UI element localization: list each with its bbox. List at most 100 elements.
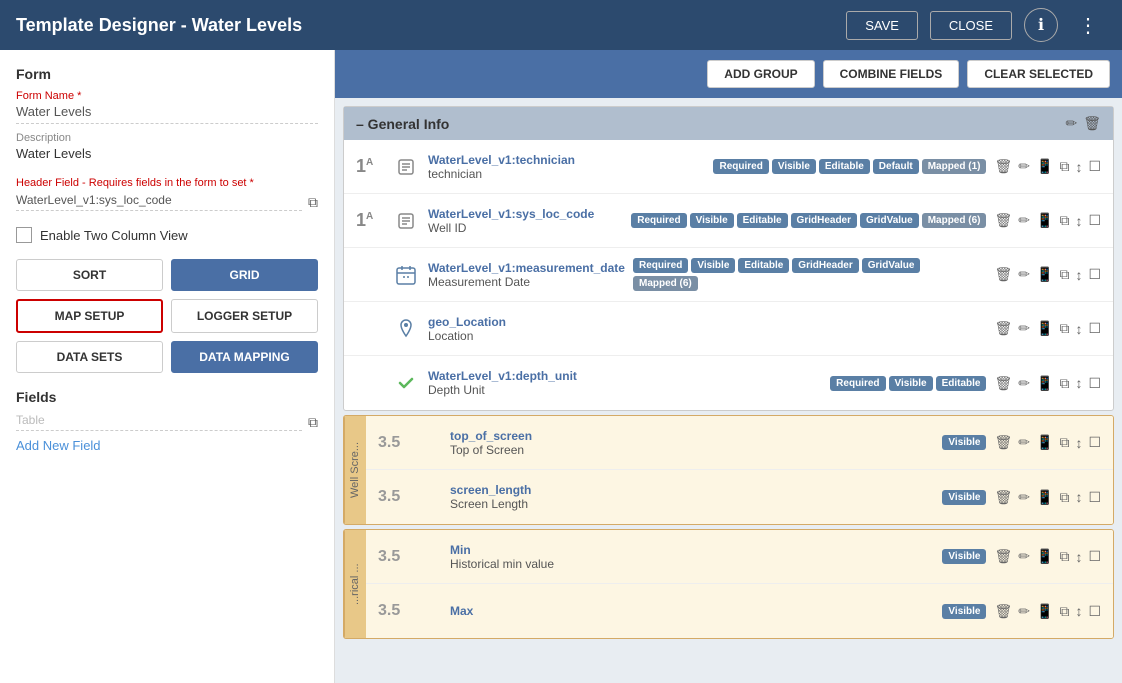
add-group-button[interactable]: ADD GROUP (707, 60, 814, 88)
delete-group-icon[interactable]: 🗑 (1083, 115, 1101, 132)
add-new-field-link[interactable]: Add New Field (16, 438, 101, 453)
right-toolbar: ADD GROUP COMBINE FIELDS CLEAR SELECTED (335, 50, 1122, 98)
edit-field-icon[interactable]: ✏ (1018, 603, 1030, 620)
checkbox-icon[interactable]: ☐ (1088, 548, 1101, 565)
delete-field-icon[interactable]: 🗑 (994, 158, 1012, 175)
copy-field-icon[interactable]: ⧉ (1059, 489, 1069, 506)
two-column-row: Enable Two Column View (16, 227, 318, 243)
move-icon[interactable]: ↕ (1075, 603, 1082, 619)
copy-field-icon[interactable]: ⧉ (1059, 603, 1069, 620)
tag-visible: Visible (772, 159, 816, 174)
historical-label[interactable]: ...rical ... (344, 530, 366, 638)
edit-field-icon[interactable]: ✏ (1018, 266, 1030, 283)
delete-field-icon[interactable]: 🗑 (994, 375, 1012, 392)
tag-required: Required (631, 213, 686, 228)
table-copy-icon[interactable]: ⧉ (308, 414, 318, 431)
copy-icon[interactable]: ⧉ (308, 194, 318, 211)
copy-field-icon[interactable]: ⧉ (1059, 320, 1069, 337)
tag-editable: Editable (738, 258, 789, 273)
mobile-icon[interactable]: 📱 (1036, 434, 1053, 451)
move-icon[interactable]: ↕ (1075, 549, 1082, 565)
action-buttons: SORT GRID MAP SETUP LOGGER SETUP (16, 259, 318, 333)
move-icon[interactable]: ↕ (1075, 435, 1082, 451)
max-info: Max (450, 604, 934, 618)
checkbox-icon[interactable]: ☐ (1088, 375, 1101, 392)
move-icon[interactable]: ↕ (1075, 321, 1082, 337)
screen-length-field-label: Screen Length (450, 497, 934, 511)
copy-field-icon[interactable]: ⧉ (1059, 434, 1069, 451)
menu-button[interactable]: ⋮ (1070, 9, 1106, 42)
table-input[interactable]: Table (16, 413, 302, 431)
copy-field-icon[interactable]: ⧉ (1059, 212, 1069, 229)
data-mapping-button[interactable]: DATA MAPPING (171, 341, 318, 373)
checkbox-icon[interactable]: ☐ (1088, 158, 1101, 175)
checkbox-icon[interactable]: ☐ (1088, 489, 1101, 506)
sort-button[interactable]: SORT (16, 259, 163, 291)
edit-field-icon[interactable]: ✏ (1018, 375, 1030, 392)
measurement-date-field-name: WaterLevel_v1:measurement_date (428, 261, 625, 275)
edit-field-icon[interactable]: ✏ (1018, 320, 1030, 337)
checkbox-icon[interactable]: ☐ (1088, 320, 1101, 337)
measurement-date-info: WaterLevel_v1:measurement_date Measureme… (428, 261, 625, 289)
checkbox-icon[interactable]: ☐ (1088, 434, 1101, 451)
close-button[interactable]: CLOSE (930, 11, 1012, 40)
two-column-checkbox[interactable] (16, 227, 32, 243)
map-setup-button[interactable]: MAP SETUP (16, 299, 163, 333)
copy-field-icon[interactable]: ⧉ (1059, 158, 1069, 175)
copy-field-icon[interactable]: ⧉ (1059, 375, 1069, 392)
delete-field-icon[interactable]: 🗑 (994, 212, 1012, 229)
mobile-icon[interactable]: 📱 (1036, 266, 1053, 283)
delete-field-icon[interactable]: 🗑 (994, 548, 1012, 565)
field-row-top-of-screen: 3.5 top_of_screen Top of Screen Visible … (366, 416, 1113, 470)
copy-field-icon[interactable]: ⧉ (1059, 548, 1069, 565)
grid-button[interactable]: GRID (171, 259, 318, 291)
checkbox-icon[interactable]: ☐ (1088, 603, 1101, 620)
mobile-icon[interactable]: 📱 (1036, 603, 1053, 620)
move-icon[interactable]: ↕ (1075, 159, 1082, 175)
menu-icon: ⋮ (1078, 15, 1098, 37)
top-screen-icon (414, 429, 442, 457)
data-sets-button[interactable]: DATA SETS (16, 341, 163, 373)
tag-visible: Visible (889, 376, 933, 391)
delete-field-icon[interactable]: 🗑 (994, 320, 1012, 337)
mobile-icon[interactable]: 📱 (1036, 212, 1053, 229)
edit-field-icon[interactable]: ✏ (1018, 548, 1030, 565)
sys-loc-code-field-name: WaterLevel_v1:sys_loc_code (428, 207, 623, 221)
description-label: Description (16, 132, 318, 144)
field-row-sys-loc-code: 1A WaterLevel_v1:sys_loc_code Well ID Re… (344, 194, 1113, 248)
mobile-icon[interactable]: 📱 (1036, 489, 1053, 506)
save-button[interactable]: SAVE (846, 11, 918, 40)
move-icon[interactable]: ↕ (1075, 267, 1082, 283)
mobile-icon[interactable]: 📱 (1036, 158, 1053, 175)
general-info-group: – General Info ✏ 🗑 1A WaterLevel_v1:tech… (343, 106, 1114, 411)
group-header-general-info: – General Info ✏ 🗑 (344, 107, 1113, 140)
well-screen-label[interactable]: Well Scre... (344, 416, 366, 524)
delete-field-icon[interactable]: 🗑 (994, 489, 1012, 506)
move-icon[interactable]: ↕ (1075, 489, 1082, 505)
move-icon[interactable]: ↕ (1075, 213, 1082, 229)
mobile-icon[interactable]: 📱 (1036, 548, 1053, 565)
mobile-icon[interactable]: 📱 (1036, 375, 1053, 392)
checkbox-icon[interactable]: ☐ (1088, 266, 1101, 283)
delete-field-icon[interactable]: 🗑 (994, 603, 1012, 620)
edit-field-icon[interactable]: ✏ (1018, 212, 1030, 229)
edit-field-icon[interactable]: ✏ (1018, 434, 1030, 451)
content-area[interactable]: – General Info ✏ 🗑 1A WaterLevel_v1:tech… (335, 98, 1122, 683)
delete-field-icon[interactable]: 🗑 (994, 434, 1012, 451)
logger-setup-button[interactable]: LOGGER SETUP (171, 299, 318, 333)
clear-selected-button[interactable]: CLEAR SELECTED (967, 60, 1110, 88)
copy-field-icon[interactable]: ⧉ (1059, 266, 1069, 283)
mobile-icon[interactable]: 📱 (1036, 320, 1053, 337)
field-row-min: 3.5 Min Historical min value Visible 🗑 ✏ (366, 530, 1113, 584)
info-icon: ℹ (1038, 15, 1044, 35)
edit-field-icon[interactable]: ✏ (1018, 489, 1030, 506)
info-button[interactable]: ℹ (1024, 8, 1058, 42)
combine-fields-button[interactable]: COMBINE FIELDS (823, 60, 960, 88)
app-title: Template Designer - Water Levels (16, 15, 834, 36)
checkbox-icon[interactable]: ☐ (1088, 212, 1101, 229)
technician-field-name: WaterLevel_v1:technician (428, 153, 705, 167)
move-icon[interactable]: ↕ (1075, 375, 1082, 391)
delete-field-icon[interactable]: 🗑 (994, 266, 1012, 283)
edit-group-icon[interactable]: ✏ (1065, 115, 1077, 132)
edit-field-icon[interactable]: ✏ (1018, 158, 1030, 175)
